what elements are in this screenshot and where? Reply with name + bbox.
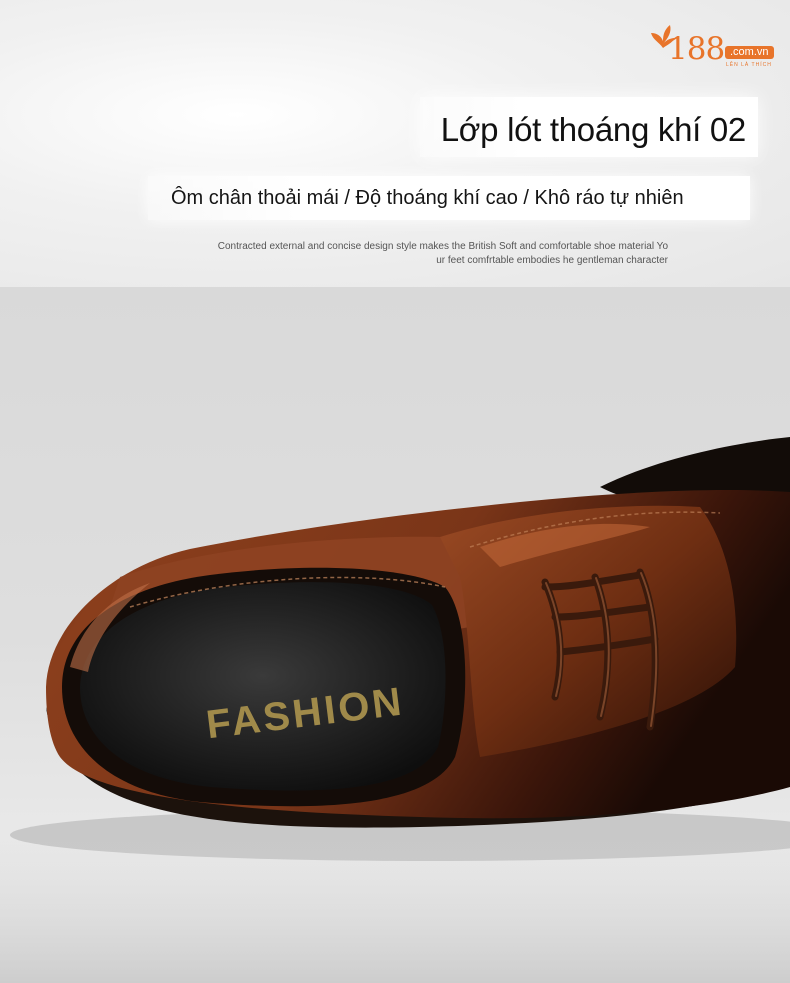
floor-fade xyxy=(0,827,790,983)
top-banner: 188 .com.vn LÊN LÀ THÍCH Lớp lót thoáng … xyxy=(0,0,790,287)
brand-logo[interactable]: 188 .com.vn LÊN LÀ THÍCH xyxy=(650,22,776,72)
feature-subtitle: Ôm chân thoải mái / Độ thoáng khí cao / … xyxy=(171,187,684,209)
product-description: Contracted external and concise design s… xyxy=(208,240,668,268)
logo-domain: .com.vn xyxy=(725,46,774,59)
shoe-illustration: FASHION xyxy=(0,437,790,983)
page-title: Lớp lót thoáng khí 02 xyxy=(440,111,747,148)
description-line-1: Contracted external and concise design s… xyxy=(217,241,668,252)
logo-tagline: LÊN LÀ THÍCH xyxy=(726,62,772,68)
description-line-2: ur feet comfrtable embodies he gentleman… xyxy=(436,255,668,266)
logo-number: 188 xyxy=(668,31,725,67)
product-photo: FASHION xyxy=(0,287,790,983)
